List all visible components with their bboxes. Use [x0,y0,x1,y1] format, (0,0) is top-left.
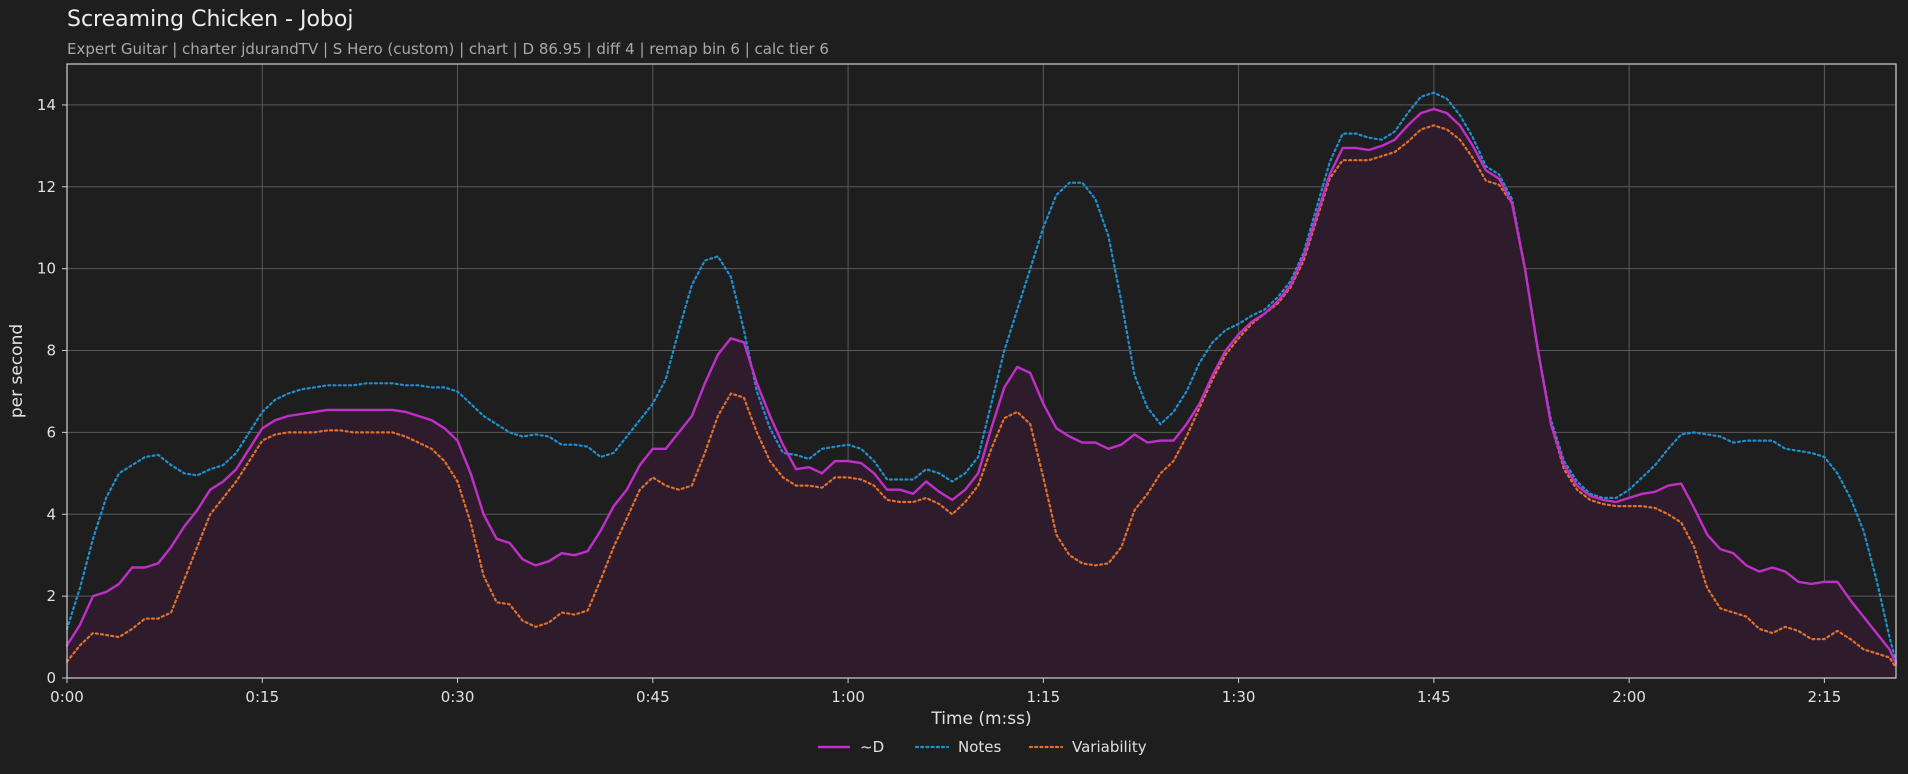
y-tick-label: 8 [46,342,56,360]
x-tick-label: 0:30 [441,688,475,706]
x-tick-label: 0:45 [636,688,670,706]
legend-label: Notes [958,738,1002,756]
x-tick-label: 2:15 [1808,688,1842,706]
legend-label: Variability [1072,738,1147,756]
y-tick-label: 10 [37,260,56,278]
x-tick-label: 0:00 [50,688,84,706]
x-axis-label: Time (m:ss) [930,709,1031,729]
x-tick-label: 2:00 [1612,688,1646,706]
y-tick-label: 14 [37,96,56,114]
x-tick-label: 1:15 [1026,688,1060,706]
y-tick-label: 2 [46,587,56,605]
y-tick-label: 0 [46,669,56,687]
legend-label: ~D [860,738,884,756]
legend: ~D Notes Variability [818,738,1147,756]
y-tick-label: 12 [37,178,56,196]
x-tick-label: 1:45 [1417,688,1451,706]
chart-canvas: 0:00 0:15 0:30 0:45 1:00 1:15 1:30 1:45 2:00 2:15… [7,63,1898,756]
x-tick-label: 1:30 [1222,688,1256,706]
y-tick-label: 6 [46,423,56,441]
x-tick-label: 0:15 [245,688,279,706]
y-tick-label: 4 [46,505,56,523]
y-axis-label: per second [7,324,27,418]
x-tick-label: 1:00 [831,688,865,706]
